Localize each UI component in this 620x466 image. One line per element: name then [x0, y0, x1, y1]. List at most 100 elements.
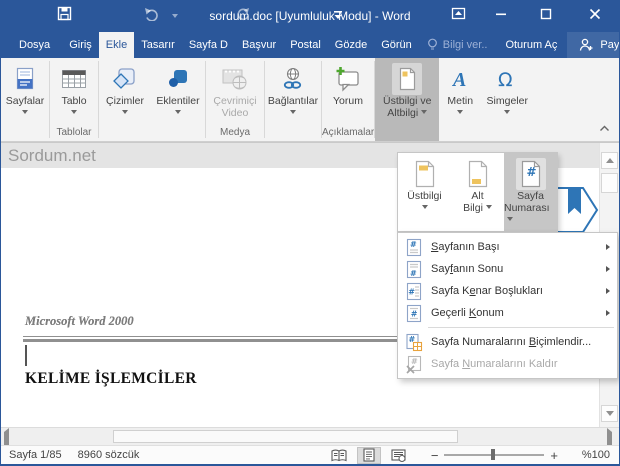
menu-item-sayfanin-sonu[interactable]: # Sayfanın Sonu: [398, 258, 617, 280]
tablo-button[interactable]: Tablo: [50, 58, 98, 126]
minimize-button[interactable]: [487, 0, 515, 32]
table-icon: [61, 63, 87, 95]
footer-page-icon: [467, 158, 489, 190]
maximize-button[interactable]: [532, 0, 560, 32]
svg-text:#: #: [411, 309, 418, 318]
print-layout-button[interactable]: [356, 446, 381, 464]
horizontal-scroll-thumb[interactable]: [113, 430, 458, 443]
word-count[interactable]: 8960 sözcük: [78, 449, 140, 461]
baglantilar-button[interactable]: Bağlantılar: [265, 58, 321, 126]
text-a-icon: A: [449, 63, 471, 95]
zoom-slider-thumb[interactable]: [491, 449, 496, 460]
lightbulb-icon: [427, 38, 438, 52]
altbilgi-flyout-button[interactable]: Alt Bilgi: [451, 153, 504, 231]
menu-item-sayfanin-basi[interactable]: # Sayfanın Başı: [398, 236, 617, 258]
eklentiler-button[interactable]: Eklentiler: [151, 58, 205, 126]
ustbilgi-ve-altbilgi-button[interactable]: Üstbilgi ve Altbilgi: [375, 58, 440, 141]
tell-me-box[interactable]: Bilgi ver..: [419, 32, 496, 58]
sayfa-numarasi-flyout-button[interactable]: # Sayfa Numarası: [504, 153, 557, 231]
svg-text:A: A: [451, 69, 466, 91]
tab-sayfa-duzeni[interactable]: Sayfa D: [182, 32, 235, 58]
web-layout-button[interactable]: [387, 447, 411, 464]
ustbilgi-flyout-button[interactable]: Üstbilgi: [398, 153, 451, 231]
submenu-arrow-icon: [606, 310, 610, 316]
document-header-text: Microsoft Word 2000: [25, 314, 134, 328]
sordum-watermark: Sordum.net: [8, 146, 96, 165]
tab-basvurular[interactable]: Başvur: [235, 32, 283, 58]
menu-item-sayfa-kenar-bosluklari[interactable]: # Sayfa Kenar Boşlukları: [398, 280, 617, 302]
undo-button[interactable]: [139, 0, 165, 32]
svg-text:#: #: [526, 165, 536, 179]
add-ins-icon: [167, 63, 189, 95]
header-footer-icon: [392, 63, 423, 95]
tab-dosya[interactable]: Dosya: [7, 32, 62, 58]
window-title: sordum.doc [Uyumluluk Modu] - Word: [209, 9, 411, 23]
cevrimici-video-button[interactable]: Çevrimiçi Video: [206, 58, 264, 126]
omega-icon: Ω: [496, 63, 518, 95]
redo-button[interactable]: [229, 0, 255, 32]
menu-item-sayfa-numaralarini-bicimlendir[interactable]: # Sayfa Numaralarını Biçimlendir...: [398, 331, 617, 353]
svg-text:#: #: [411, 357, 418, 366]
page-number-top-icon: #: [404, 238, 424, 257]
svg-text:#: #: [408, 287, 415, 296]
submenu-arrow-icon: [606, 288, 610, 294]
svg-text:Ω: Ω: [498, 69, 513, 91]
tab-postalar[interactable]: Postal: [283, 32, 328, 58]
shapes-icon: [113, 63, 137, 95]
zoom-in-button[interactable]: +: [544, 448, 564, 463]
tab-tasarim[interactable]: Tasarır: [134, 32, 182, 58]
web-layout-icon: [391, 448, 406, 462]
tab-ekle[interactable]: Ekle: [98, 32, 135, 58]
scroll-down-arrow[interactable]: [601, 405, 618, 422]
zoom-level[interactable]: %100: [570, 449, 610, 461]
ribbon-display-options-icon[interactable]: [444, 0, 472, 32]
page-number-icon: #: [515, 158, 546, 190]
vertical-scroll-thumb[interactable]: [601, 173, 618, 193]
maximize-icon: [540, 7, 552, 25]
close-icon: [589, 7, 601, 25]
tab-giris[interactable]: Giriş: [62, 32, 99, 58]
horizontal-scrollbar[interactable]: [1, 427, 619, 453]
undo-dropdown-arrow-icon[interactable]: [169, 0, 181, 32]
menu-separator: [428, 327, 614, 328]
links-globe-icon: [282, 63, 304, 95]
minimize-icon: [495, 7, 507, 25]
format-page-numbers-icon: #: [404, 333, 424, 352]
title-bar: sordum.doc [Uyumluluk Modu] - Word: [1, 0, 619, 32]
online-video-icon: [222, 63, 248, 95]
read-mode-button[interactable]: [327, 447, 351, 464]
cizimler-button[interactable]: Çizimler: [99, 58, 151, 126]
comment-icon: [335, 63, 361, 95]
menu-item-sayfa-numaralarini-kaldir[interactable]: # Sayfa Numaralarını Kaldır: [398, 353, 617, 375]
group-label-tablolar: Tablolar: [56, 127, 92, 138]
svg-text:#: #: [410, 240, 417, 249]
share-person-icon: [579, 38, 594, 52]
close-button[interactable]: [579, 0, 611, 32]
tab-gorunum[interactable]: Görün: [374, 32, 419, 58]
svg-text:#: #: [410, 269, 417, 278]
word-window: sordum.doc [Uyumluluk Modu] - Word Dosya…: [0, 0, 620, 466]
yorum-button[interactable]: Yorum: [322, 58, 374, 126]
remove-page-numbers-icon: #: [404, 355, 424, 374]
zoom-slider[interactable]: [444, 449, 545, 460]
zoom-out-button[interactable]: −: [425, 448, 445, 463]
sign-in-button[interactable]: Oturum Aç: [495, 32, 567, 58]
customize-quick-access-icon[interactable]: [329, 0, 347, 32]
share-button[interactable]: Paylaş: [567, 32, 619, 58]
tab-gozden-gecir[interactable]: Gözde: [328, 32, 374, 58]
metin-button[interactable]: A Metin: [439, 58, 481, 126]
save-icon: [57, 6, 72, 26]
menu-item-gecerli-konum[interactable]: # Geçerli Konum: [398, 302, 617, 324]
print-layout-icon: [363, 448, 375, 462]
ribbon-tab-row: Dosya Giriş Ekle Tasarır Sayfa D Başvur …: [1, 32, 619, 58]
save-button[interactable]: [51, 0, 77, 32]
page-number-current-icon: #: [404, 304, 424, 323]
sayfalar-button[interactable]: Sayfalar: [1, 58, 49, 126]
redo-icon: [235, 7, 250, 26]
read-mode-icon: [331, 449, 347, 461]
simgeler-button[interactable]: Ω Simgeler: [481, 58, 533, 126]
header-page-icon: [414, 158, 436, 190]
page-indicator[interactable]: Sayfa 1/85: [9, 449, 62, 461]
collapse-ribbon-icon[interactable]: [599, 119, 610, 137]
scroll-up-arrow[interactable]: [601, 152, 618, 169]
